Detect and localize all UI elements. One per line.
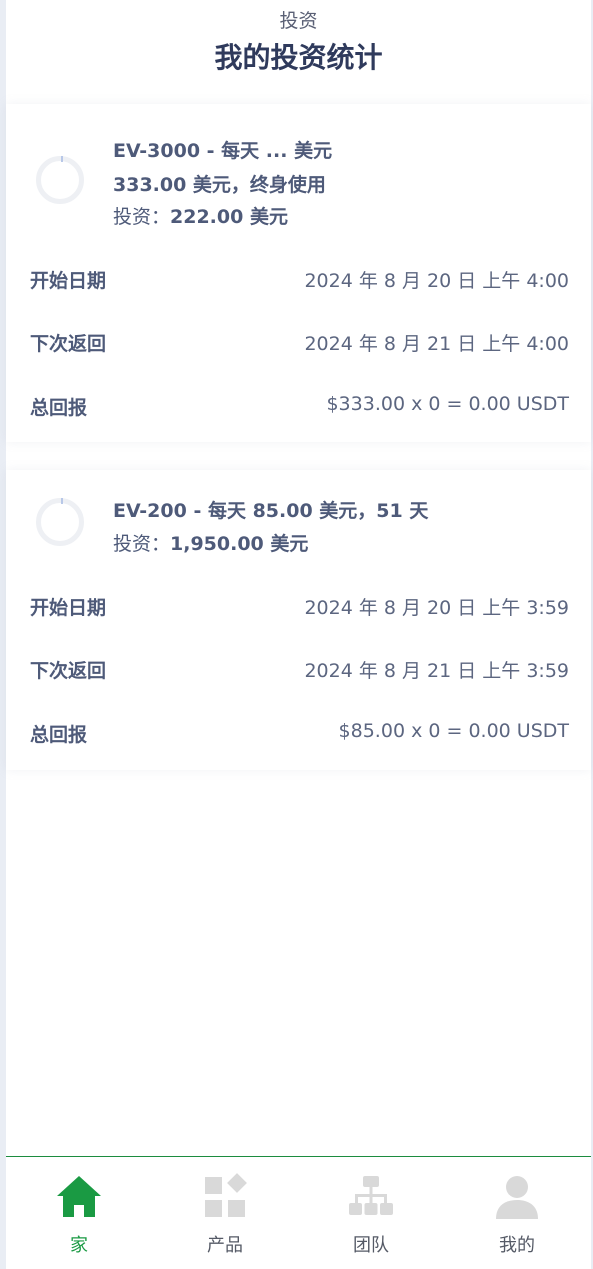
tab-label: 团队 xyxy=(353,1235,389,1256)
start-date-value: 2024 年 8 月 20 日 上午 3:59 xyxy=(304,597,569,619)
next-return-label: 下次返回 xyxy=(30,333,107,355)
next-return-value: 2024 年 8 月 21 日 上午 4:00 xyxy=(304,333,569,355)
tab-label: 家 xyxy=(70,1235,88,1256)
page-subtitle: 投资 xyxy=(279,10,318,32)
start-date-label: 开始日期 xyxy=(30,270,107,292)
plan-name: EV-3000 - 每天 ... 美元 xyxy=(113,140,333,162)
plan-terms: 333.00 美元，终身使用 xyxy=(113,174,326,196)
next-return-row: 下次返回 2024 年 8 月 21 日 上午 3:59 xyxy=(30,656,569,686)
investment-card[interactable]: EV-3000 - 每天 ... 美元 333.00 美元，终身使用 投资：22… xyxy=(6,104,591,442)
invested-amount: 投资：222.00 美元 xyxy=(113,202,288,229)
invest-value: 222.00 美元 xyxy=(170,206,288,228)
bottom-tab-bar: 家 产品 团队 我的 xyxy=(6,1156,591,1269)
app-screen: 投资 我的投资统计 EV-3000 - 每天 ... 美元 333.00 美元，… xyxy=(6,0,591,1269)
start-date-row: 开始日期 2024 年 8 月 20 日 上午 4:00 xyxy=(30,266,569,296)
team-hierarchy-icon xyxy=(349,1176,393,1215)
plan-name: EV-200 - 每天 85.00 美元，51 天 xyxy=(113,500,429,522)
page-title: 我的投资统计 xyxy=(214,41,383,74)
start-date-value: 2024 年 8 月 20 日 上午 4:00 xyxy=(304,270,569,292)
tab-team[interactable]: 团队 xyxy=(298,1157,444,1269)
start-date-row: 开始日期 2024 年 8 月 20 日 上午 3:59 xyxy=(30,593,569,623)
total-return-label: 总回报 xyxy=(30,397,88,419)
next-return-row: 下次返回 2024 年 8 月 21 日 上午 4:00 xyxy=(30,329,569,359)
investment-card[interactable]: EV-200 - 每天 85.00 美元，51 天 投资：1,950.00 美元… xyxy=(6,470,591,770)
next-return-label: 下次返回 xyxy=(30,660,107,682)
invest-value: 1,950.00 美元 xyxy=(170,533,309,555)
products-grid-icon xyxy=(205,1173,247,1217)
start-date-label: 开始日期 xyxy=(30,597,107,619)
next-return-value: 2024 年 8 月 21 日 上午 3:59 xyxy=(304,660,569,682)
tab-products[interactable]: 产品 xyxy=(152,1157,298,1269)
invested-amount: 投资：1,950.00 美元 xyxy=(113,529,308,556)
total-return-value: $333.00 x 0 = 0.00 USDT xyxy=(326,393,569,415)
invest-label: 投资： xyxy=(113,206,171,228)
invest-label: 投资： xyxy=(113,533,171,555)
user-icon xyxy=(496,1176,538,1219)
total-return-row: 总回报 $85.00 x 0 = 0.00 USDT xyxy=(30,720,569,750)
total-return-value: $85.00 x 0 = 0.00 USDT xyxy=(338,720,569,742)
tab-label: 产品 xyxy=(207,1235,243,1256)
tab-label: 我的 xyxy=(499,1235,535,1256)
progress-ring xyxy=(36,156,84,204)
total-return-row: 总回报 $333.00 x 0 = 0.00 USDT xyxy=(30,393,569,423)
home-icon xyxy=(57,1176,101,1217)
progress-ring xyxy=(36,498,84,546)
tab-home[interactable]: 家 xyxy=(6,1157,152,1269)
total-return-label: 总回报 xyxy=(30,724,88,746)
tab-mine[interactable]: 我的 xyxy=(444,1157,590,1269)
page-header: 投资 我的投资统计 xyxy=(6,0,591,100)
